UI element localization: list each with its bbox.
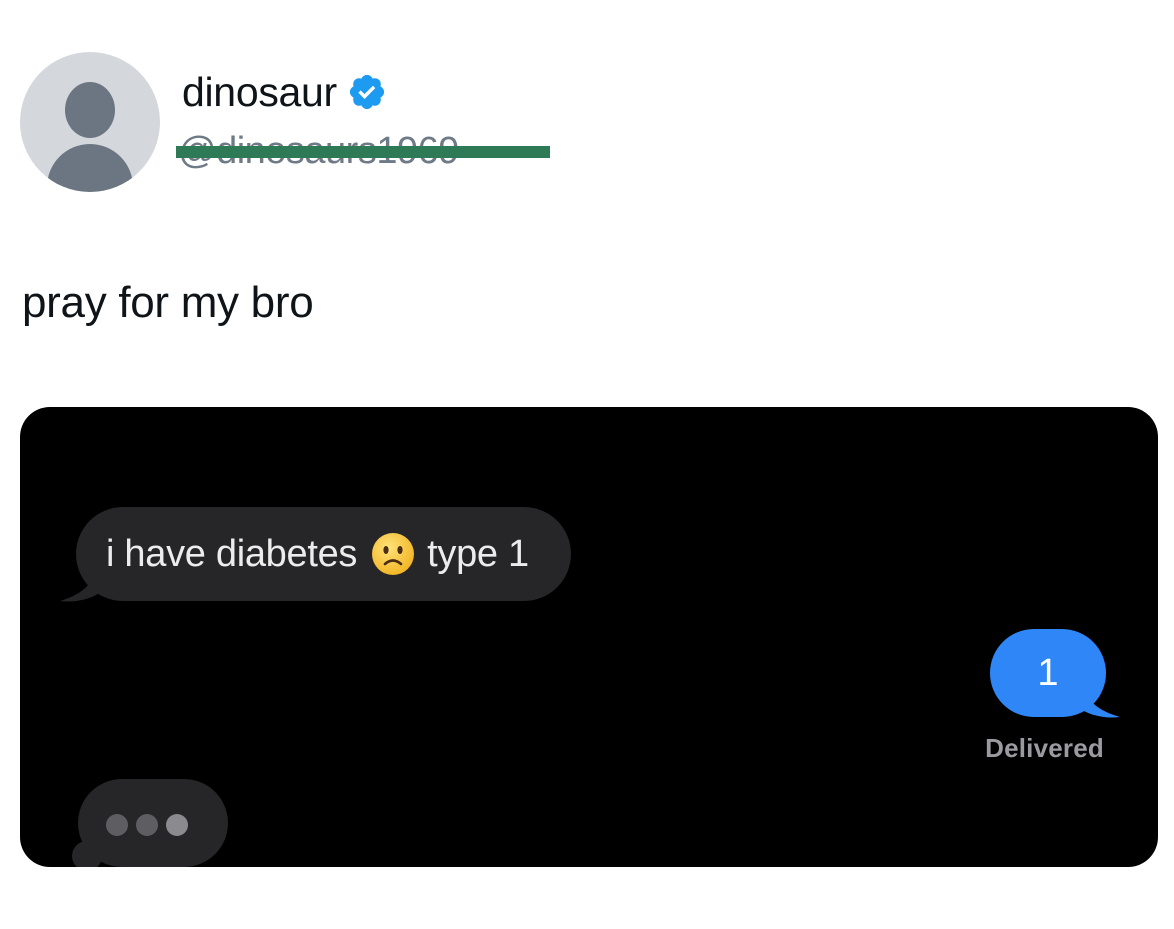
display-name[interactable]: dinosaur (182, 69, 337, 116)
avatar-body-shape (47, 144, 133, 192)
typing-dot (166, 814, 188, 836)
delivery-status: Delivered (985, 733, 1104, 763)
redaction-line (176, 146, 550, 158)
incoming-message-text-suffix: type 1 (427, 532, 529, 575)
typing-dots-icon (106, 814, 188, 836)
avatar-head-shape (65, 82, 115, 138)
typing-dot (136, 814, 158, 836)
incoming-message-text: i have diabetes (106, 532, 358, 575)
incoming-message-bubble: i have diabetes type 1 (76, 507, 571, 601)
outgoing-message-bubble: 1 (990, 629, 1106, 717)
avatar[interactable] (20, 52, 160, 192)
verified-badge-icon (349, 74, 384, 110)
attached-image-message-screenshot[interactable]: i have diabetes type 1 1 Delivered (20, 407, 1158, 867)
slightly-frowning-face-icon (372, 533, 415, 575)
outgoing-message-text: 1 (1037, 651, 1059, 694)
typing-dot (106, 814, 128, 836)
user-name-row: dinosaur (182, 66, 387, 118)
post-text: pray for my bro (22, 278, 314, 327)
handle-redacted-area: @dinosaurs1969 (176, 128, 550, 172)
